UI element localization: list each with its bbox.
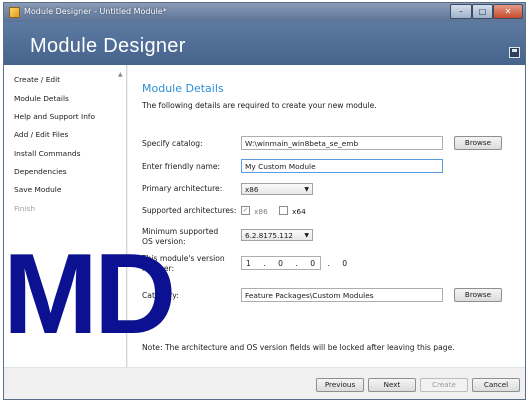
- category-field[interactable]: Feature Packages\Custom Modules: [241, 288, 443, 302]
- catalog-label: Specify catalog:: [142, 139, 203, 148]
- minimize-button[interactable]: –: [450, 4, 472, 19]
- sidebar-item-dependencies[interactable]: Dependencies: [14, 167, 67, 176]
- primary-arch-value: x86: [245, 185, 259, 194]
- header-banner: Module Designer: [4, 22, 525, 65]
- cancel-button[interactable]: Cancel: [472, 378, 520, 392]
- min-os-value: 6.2.8175.112: [245, 231, 294, 240]
- x64-checkbox-label: x64: [292, 207, 306, 216]
- version-revision[interactable]: 0: [342, 259, 352, 268]
- section-title: Module Details: [142, 82, 224, 95]
- app-title: Module Designer: [30, 35, 186, 57]
- sidebar-item-install-commands[interactable]: Install Commands: [14, 149, 80, 158]
- sidebar-item-help-support[interactable]: Help and Support Info: [14, 112, 95, 121]
- lock-note: Note: The architecture and OS version fi…: [142, 343, 455, 352]
- sidebar-item-create-edit[interactable]: Create / Edit: [14, 75, 60, 84]
- next-button[interactable]: Next: [368, 378, 416, 392]
- window-title: Module Designer - Untitled Module*: [24, 7, 167, 16]
- catalog-field[interactable]: W:\winmain_win8beta_se_emb: [241, 136, 443, 150]
- supported-arch-label: Supported architectures:: [142, 206, 237, 215]
- scroll-up-icon[interactable]: ▲: [118, 71, 123, 78]
- title-bar[interactable]: Module Designer - Untitled Module* – □ ✕: [4, 3, 525, 22]
- sidebar-item-module-details[interactable]: Module Details: [14, 94, 69, 103]
- sidebar-item-finish: Finish: [14, 204, 36, 213]
- category-browse-button[interactable]: Browse: [454, 288, 502, 302]
- maximize-button[interactable]: □: [472, 4, 493, 19]
- version-minor[interactable]: 0: [278, 259, 288, 268]
- x86-checkbox-label: x86: [254, 207, 268, 216]
- module-details-panel: Module Details The following details are…: [128, 65, 525, 367]
- min-os-dropdown[interactable]: 6.2.8175.112 ▼: [241, 229, 313, 241]
- app-icon: [9, 7, 20, 18]
- version-build[interactable]: 0: [310, 259, 320, 268]
- chevron-down-icon: ▼: [304, 186, 309, 193]
- save-icon[interactable]: [509, 47, 520, 58]
- version-major[interactable]: 1: [246, 259, 256, 268]
- friendly-name-field[interactable]: My Custom Module: [241, 159, 443, 173]
- md-watermark: MD: [3, 231, 176, 358]
- previous-button[interactable]: Previous: [316, 378, 364, 392]
- friendly-name-label: Enter friendly name:: [142, 162, 221, 171]
- wizard-footer: Previous Next Create Cancel: [4, 367, 525, 399]
- sidebar-item-add-edit-files[interactable]: Add / Edit Files: [14, 130, 68, 139]
- chevron-down-icon: ▼: [304, 232, 309, 239]
- create-button: Create: [420, 378, 468, 392]
- section-description: The following details are required to cr…: [142, 101, 377, 110]
- module-version-field[interactable]: 1 . 0 . 0 . 0: [241, 256, 347, 270]
- sidebar-item-save-module[interactable]: Save Module: [14, 185, 61, 194]
- x64-checkbox[interactable]: [279, 206, 288, 215]
- x86-checkbox: ✓: [241, 206, 250, 215]
- close-button[interactable]: ✕: [493, 4, 523, 19]
- primary-arch-dropdown[interactable]: x86 ▼: [241, 183, 313, 195]
- catalog-browse-button[interactable]: Browse: [454, 136, 502, 150]
- primary-arch-label: Primary architecture:: [142, 184, 223, 193]
